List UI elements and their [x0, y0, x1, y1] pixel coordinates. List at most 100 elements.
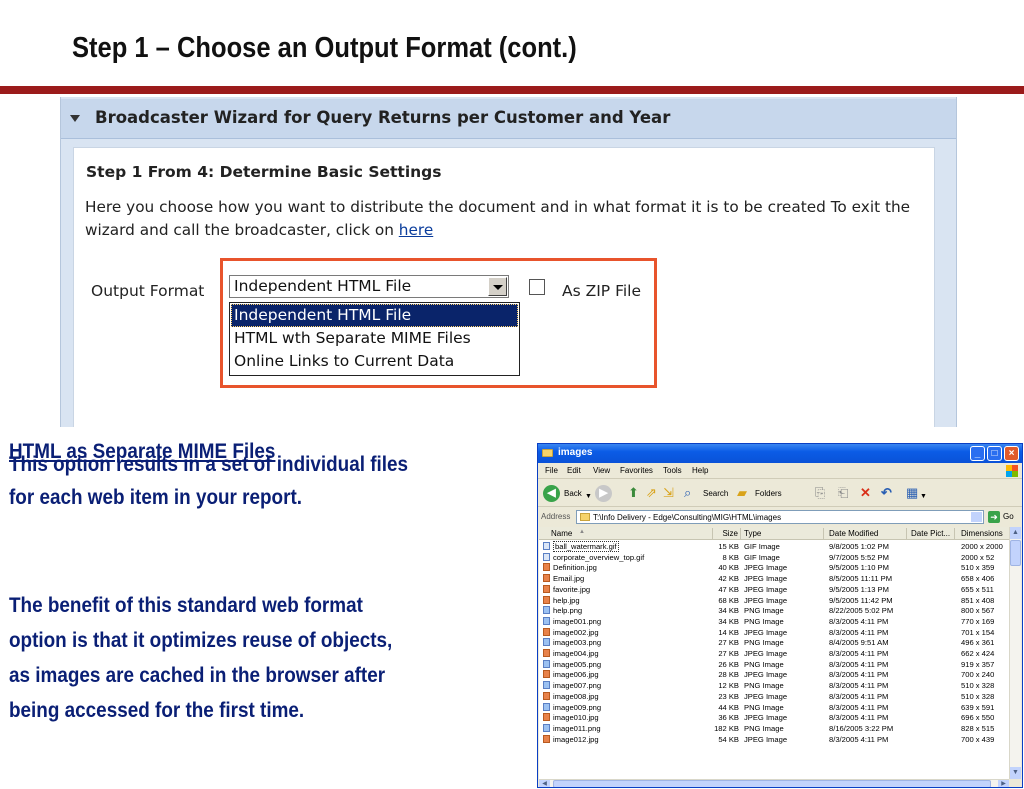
- undo-icon[interactable]: ↶: [881, 486, 892, 500]
- maximize-icon[interactable]: □: [987, 446, 1002, 461]
- scroll-down-icon[interactable]: ▼: [1010, 767, 1021, 779]
- title-divider: [0, 86, 1024, 94]
- file-row[interactable]: favorite.jpg 47 KB JPEG Image 9/5/2005 1:13…: [539, 584, 1009, 595]
- delete-icon[interactable]: ✕: [860, 486, 871, 500]
- file-row[interactable]: image012.jpg 54 KB JPEG Image 8/3/2005 4:11…: [539, 734, 1009, 745]
- dropdown-option-separate-mime[interactable]: HTML wth Separate MIME Files: [231, 327, 518, 350]
- collapse-triangle-icon[interactable]: [70, 115, 80, 122]
- windows-logo-icon: [1006, 465, 1018, 477]
- dropdown-option-independent-html[interactable]: Independent HTML File: [231, 304, 518, 327]
- address-value: T:\Info Delivery - Edge\Consulting\MIG\H…: [593, 513, 782, 522]
- go-button-label[interactable]: Go: [1003, 512, 1014, 521]
- up-folder-icon[interactable]: ⬆: [628, 486, 639, 500]
- file-size: 182 KB: [714, 723, 739, 733]
- close-icon[interactable]: ×: [1004, 446, 1019, 461]
- file-size: 54 KB: [718, 734, 739, 744]
- file-size: 15 KB: [718, 542, 739, 551]
- broadcaster-wizard: Broadcaster Wizard for Query Returns per…: [60, 97, 957, 427]
- forward-arrow-icon[interactable]: ▶: [595, 485, 612, 502]
- horizontal-scroll-thumb[interactable]: [553, 780, 991, 787]
- column-separator[interactable]: [906, 528, 907, 539]
- file-dims: 510 x 328: [961, 681, 995, 691]
- search-button-label[interactable]: Search: [703, 489, 728, 498]
- column-separator[interactable]: [712, 528, 713, 539]
- search-icon[interactable]: ⌕: [684, 486, 691, 500]
- file-type: JPEG Image: [744, 584, 788, 594]
- wizard-header[interactable]: Broadcaster Wizard for Query Returns per…: [61, 99, 956, 139]
- file-row[interactable]: Definition.jpg 40 KB JPEG Image 9/5/2005 1:…: [539, 562, 1009, 573]
- file-row[interactable]: help.png 34 KB PNG Image 8/22/2005 5:02 PM 8…: [539, 605, 1009, 616]
- scroll-up-icon[interactable]: ▲: [1010, 527, 1021, 539]
- menu-edit[interactable]: Edit: [567, 466, 581, 475]
- file-row[interactable]: Email.jpg 42 KB JPEG Image 8/5/2005 11:11 P…: [539, 573, 1009, 584]
- file-type: PNG Image: [744, 606, 784, 616]
- copy-icon[interactable]: ⎗: [838, 486, 848, 500]
- folders-button-label[interactable]: Folders: [755, 489, 782, 498]
- column-type[interactable]: Type: [744, 529, 761, 538]
- file-row[interactable]: image002.jpg 14 KB JPEG Image 8/3/2005 4:11…: [539, 627, 1009, 638]
- column-date-picture[interactable]: Date Pict...: [911, 529, 950, 538]
- file-row[interactable]: image001.png 34 KB PNG Image 8/3/2005 4:11 …: [539, 616, 1009, 627]
- file-type: JPEG Image: [744, 670, 788, 680]
- column-separator[interactable]: [954, 528, 955, 539]
- file-row[interactable]: image007.png 12 KB PNG Image 8/3/2005 4:11 …: [539, 680, 1009, 691]
- views-dropdown-icon[interactable]: ▼: [920, 490, 927, 504]
- file-modified: 8/3/2005 4:11 PM: [829, 713, 889, 723]
- explorer-titlebar[interactable]: images _ □ ×: [538, 444, 1022, 463]
- file-row[interactable]: help.jpg 68 KB JPEG Image 9/5/2005 11:42 PM…: [539, 595, 1009, 606]
- scroll-right-icon[interactable]: ▶: [998, 780, 1009, 787]
- column-separator[interactable]: [823, 528, 824, 539]
- file-row[interactable]: image010.jpg 36 KB JPEG Image 8/3/2005 4:11…: [539, 712, 1009, 723]
- back-dropdown-icon[interactable]: ▼: [585, 490, 592, 504]
- file-row[interactable]: image011.png 182 KB PNG Image 8/16/2005 3:2…: [539, 723, 1009, 734]
- address-dropdown-icon[interactable]: [971, 512, 982, 522]
- menu-view[interactable]: View: [593, 466, 610, 475]
- column-size[interactable]: Size: [718, 529, 738, 538]
- menu-help[interactable]: Help: [692, 466, 708, 475]
- vertical-scrollbar[interactable]: ▲ ▼: [1009, 527, 1021, 779]
- address-input[interactable]: T:\Info Delivery - Edge\Consulting\MIG\H…: [576, 510, 984, 524]
- go-arrow-icon[interactable]: ➜: [988, 511, 1000, 523]
- file-dims: 919 x 357: [961, 659, 995, 669]
- menu-file[interactable]: File: [545, 466, 558, 475]
- wizard-panel: Step 1 From 4: Determine Basic Settings …: [73, 147, 935, 427]
- column-separator[interactable]: [740, 528, 741, 539]
- folders-icon[interactable]: ▰: [737, 486, 747, 500]
- file-row[interactable]: image008.jpg 23 KB JPEG Image 8/3/2005 4:11…: [539, 691, 1009, 702]
- scroll-left-icon[interactable]: ◀: [539, 780, 550, 787]
- file-row[interactable]: image004.jpg 27 KB JPEG Image 8/3/2005 4:11…: [539, 648, 1009, 659]
- minimize-icon[interactable]: _: [970, 446, 985, 461]
- move-to-icon[interactable]: ⇗: [646, 486, 657, 500]
- column-name[interactable]: Name: [551, 529, 572, 538]
- file-row[interactable]: ball_watermark.gif 15 KB GIF Image 9/8/2005…: [539, 541, 1009, 552]
- copy-to-icon[interactable]: ⇲: [663, 486, 674, 500]
- file-row[interactable]: corporate_overview_top.gif 8 KB GIF Image 9…: [539, 552, 1009, 563]
- file-row[interactable]: image005.png 26 KB PNG Image 8/3/2005 4:11 …: [539, 659, 1009, 670]
- back-arrow-icon[interactable]: ◀: [543, 485, 560, 502]
- file-row[interactable]: image006.jpg 28 KB JPEG Image 8/3/2005 4:11…: [539, 669, 1009, 680]
- dropdown-arrow-icon[interactable]: [488, 277, 507, 296]
- horizontal-scrollbar[interactable]: ◀ ▶: [539, 779, 1009, 787]
- exit-wizard-link[interactable]: here: [399, 221, 433, 239]
- back-button-label[interactable]: Back: [564, 489, 582, 498]
- views-icon[interactable]: ▦: [906, 486, 918, 500]
- file-name: image011.png: [553, 723, 601, 733]
- vertical-scroll-thumb[interactable]: [1010, 540, 1021, 566]
- gif-file-icon: [543, 552, 550, 561]
- dropdown-option-online-links[interactable]: Online Links to Current Data: [231, 350, 518, 373]
- file-row[interactable]: image003.png 27 KB PNG Image 8/4/2005 9:51 …: [539, 637, 1009, 648]
- file-dims: 510 x 359: [961, 563, 995, 573]
- file-modified: 9/8/2005 1:02 PM: [829, 542, 889, 551]
- menu-favorites[interactable]: Favorites: [620, 466, 653, 475]
- move-icon[interactable]: ⎘: [815, 486, 825, 500]
- column-date-modified[interactable]: Date Modified: [829, 529, 878, 538]
- file-row[interactable]: image009.png 44 KB PNG Image 8/3/2005 4:11 …: [539, 702, 1009, 713]
- zip-checkbox[interactable]: [529, 279, 545, 295]
- file-dims: 851 x 408: [961, 595, 995, 605]
- file-name: image007.png: [553, 681, 602, 691]
- folder-icon: [542, 449, 553, 457]
- output-format-select[interactable]: Independent HTML File: [229, 275, 509, 298]
- file-type: JPEG Image: [744, 563, 788, 573]
- column-dimensions[interactable]: Dimensions: [961, 529, 1003, 538]
- menu-tools[interactable]: Tools: [663, 466, 682, 475]
